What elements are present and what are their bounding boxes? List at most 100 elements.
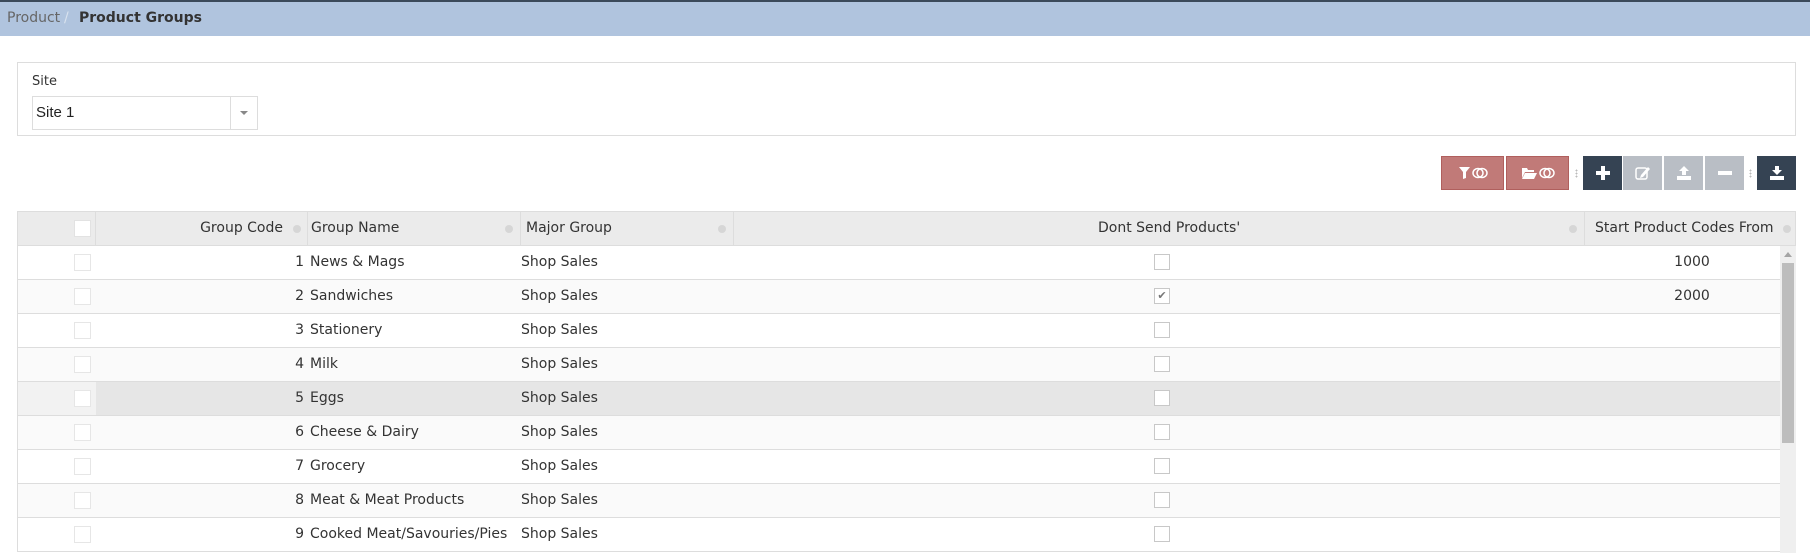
select-all-checkbox[interactable] (74, 220, 91, 237)
table-row[interactable]: 6 Cheese & Dairy Shop Sales (18, 416, 1780, 450)
row-select-cell (18, 416, 96, 449)
row-select-cell (18, 382, 96, 415)
column-header-label: Start Product Codes From (1595, 220, 1774, 236)
column-header-group-code[interactable]: Group Code (96, 212, 308, 245)
row-select-checkbox[interactable] (74, 458, 91, 475)
row-select-checkbox[interactable] (74, 288, 91, 305)
vertical-scrollbar[interactable] (1780, 246, 1796, 553)
table-row[interactable]: 2 Sandwiches Shop Sales ✔ 2000 (18, 280, 1780, 314)
table-row[interactable]: 8 Meat & Meat Products Shop Sales (18, 484, 1780, 518)
edit-button[interactable] (1623, 156, 1662, 190)
breadcrumb-product-link[interactable]: Product (7, 10, 60, 26)
cell-group-name: Grocery (310, 458, 366, 474)
chevron-down-icon[interactable] (230, 97, 257, 129)
remove-button[interactable] (1705, 156, 1744, 190)
folder-toggle-button[interactable] (1506, 156, 1569, 190)
toolbar-group-grip (1575, 169, 1578, 178)
dont-send-checkbox[interactable] (1154, 322, 1170, 338)
cell-start-product-code (1602, 518, 1780, 551)
row-select-cell (18, 450, 96, 483)
header-select-all-cell (18, 212, 96, 245)
cell-major-group: Shop Sales (521, 424, 598, 440)
row-select-checkbox[interactable] (74, 424, 91, 441)
dont-send-checkbox[interactable] (1154, 492, 1170, 508)
filter-toggle-button[interactable] (1441, 156, 1504, 190)
cell-group-code: 3 (295, 322, 304, 338)
row-select-checkbox[interactable] (74, 356, 91, 373)
upload-button[interactable] (1664, 156, 1703, 190)
column-menu-icon[interactable] (1569, 225, 1577, 233)
cell-start-product-code (1602, 348, 1780, 381)
column-header-dont-send-products[interactable]: Dont Send Products' (734, 212, 1585, 245)
row-select-checkbox[interactable] (74, 492, 91, 509)
table-row[interactable]: 7 Grocery Shop Sales (18, 450, 1780, 484)
scroll-up-arrow-icon[interactable] (1784, 252, 1792, 257)
row-content: 8 Meat & Meat Products Shop Sales (96, 484, 1780, 517)
row-select-cell (18, 280, 96, 313)
dont-send-checkbox[interactable] (1154, 254, 1170, 270)
scrollbar-thumb[interactable] (1782, 263, 1794, 443)
table-row[interactable]: 9 Cooked Meat/Savouries/Pies Shop Sales (18, 518, 1780, 552)
cell-major-group: Shop Sales (521, 288, 598, 304)
cell-group-name: Sandwiches (310, 288, 394, 304)
row-content: 9 Cooked Meat/Savouries/Pies Shop Sales (96, 518, 1780, 551)
breadcrumb-bar: Product / Product Groups (0, 0, 1810, 36)
cell-group-code: 6 (295, 424, 304, 440)
row-select-cell (18, 246, 96, 279)
cell-start-product-code (1602, 484, 1780, 517)
dont-send-checkbox[interactable] (1154, 458, 1170, 474)
column-menu-icon[interactable] (293, 225, 301, 233)
cell-group-name: News & Mags (310, 254, 405, 270)
breadcrumb-current: Product Groups (79, 10, 202, 26)
column-header-label: Major Group (526, 220, 612, 236)
add-button[interactable] (1583, 156, 1622, 190)
row-select-checkbox[interactable] (74, 322, 91, 339)
dont-send-checkbox[interactable] (1154, 424, 1170, 440)
column-header-group-name[interactable]: Group Name (308, 212, 521, 245)
table-row[interactable]: 5 Eggs Shop Sales (18, 382, 1780, 416)
site-select[interactable]: Site 1 (32, 96, 258, 130)
row-content: 6 Cheese & Dairy Shop Sales (96, 416, 1780, 449)
cell-start-product-code (1602, 450, 1780, 483)
cell-group-code: 4 (295, 356, 304, 372)
column-menu-icon[interactable] (505, 225, 513, 233)
table-row[interactable]: 4 Milk Shop Sales (18, 348, 1780, 382)
cell-major-group: Shop Sales (521, 492, 598, 508)
column-header-start-product-codes[interactable]: Start Product Codes From (1585, 212, 1795, 245)
cell-group-name: Cheese & Dairy (310, 424, 419, 440)
plus-icon (1595, 166, 1610, 180)
column-header-major-group[interactable]: Major Group (521, 212, 734, 245)
download-button[interactable] (1757, 156, 1796, 190)
minus-icon (1717, 171, 1732, 175)
row-select-checkbox[interactable] (74, 390, 91, 407)
row-content: 7 Grocery Shop Sales (96, 450, 1780, 483)
upload-icon (1676, 166, 1691, 180)
row-content: 1 News & Mags Shop Sales 1000 (96, 246, 1780, 279)
dont-send-checkbox[interactable] (1154, 526, 1170, 542)
row-select-checkbox[interactable] (74, 254, 91, 271)
cell-start-product-code (1602, 314, 1780, 347)
grid-toolbar (0, 156, 1810, 190)
site-label: Site (32, 74, 57, 89)
cell-major-group: Shop Sales (521, 254, 598, 270)
cell-start-product-code: 1000 (1674, 254, 1710, 270)
table-row[interactable]: 1 News & Mags Shop Sales 1000 (18, 246, 1780, 280)
site-filter-panel: Site Site 1 (17, 62, 1796, 136)
table-row[interactable]: 3 Stationery Shop Sales (18, 314, 1780, 348)
dont-send-checkbox[interactable] (1154, 390, 1170, 406)
cell-major-group: Shop Sales (521, 322, 598, 338)
cell-group-code: 7 (295, 458, 304, 474)
dont-send-checkbox[interactable] (1154, 356, 1170, 372)
column-menu-icon[interactable] (1783, 225, 1791, 233)
cell-group-code: 5 (295, 390, 304, 406)
cell-group-name: Cooked Meat/Savouries/Pies (310, 526, 508, 542)
row-select-checkbox[interactable] (74, 526, 91, 543)
cell-major-group: Shop Sales (521, 526, 598, 542)
cell-start-product-code (1602, 416, 1780, 449)
column-menu-icon[interactable] (718, 225, 726, 233)
row-select-cell (18, 348, 96, 381)
cell-group-name: Eggs (310, 390, 344, 406)
toolbar-group-grip (1749, 169, 1752, 178)
dont-send-checkbox[interactable]: ✔ (1154, 288, 1170, 304)
cell-major-group: Shop Sales (521, 390, 598, 406)
